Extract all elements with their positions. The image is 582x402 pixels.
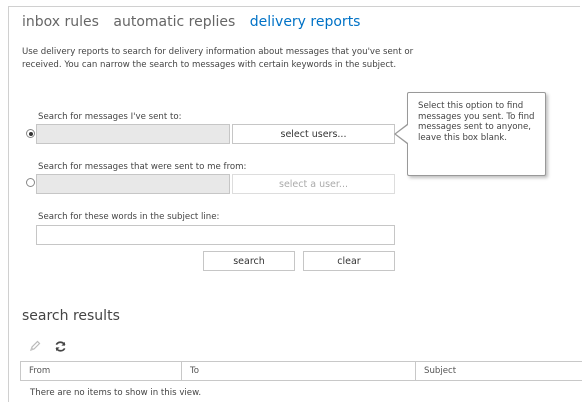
search-button[interactable]: search bbox=[203, 251, 295, 271]
search-results-title: search results bbox=[22, 308, 120, 324]
subject-field[interactable] bbox=[36, 225, 395, 245]
tab-automatic-replies[interactable]: automatic replies bbox=[113, 14, 235, 30]
select-users-button[interactable]: select users... bbox=[232, 124, 395, 144]
sent-from-label: Search for messages that were sent to me… bbox=[38, 162, 247, 172]
empty-results-message: There are no items to show in this view. bbox=[30, 388, 202, 398]
page-description: Use delivery reports to search for deliv… bbox=[22, 47, 414, 70]
select-a-user-button[interactable]: select a user... bbox=[232, 174, 395, 194]
tab-inbox-rules[interactable]: inbox rules bbox=[22, 14, 99, 30]
help-tooltip: Select this option to find messages you … bbox=[407, 92, 546, 176]
tab-bar: inbox rules automatic replies delivery r… bbox=[22, 14, 370, 30]
pencil-icon[interactable] bbox=[28, 339, 42, 353]
tab-delivery-reports[interactable]: delivery reports bbox=[250, 14, 361, 30]
column-subject[interactable]: Subject bbox=[416, 362, 582, 380]
column-from[interactable]: From bbox=[21, 362, 182, 380]
sent-to-field[interactable] bbox=[36, 124, 230, 144]
sent-from-radio[interactable] bbox=[26, 178, 35, 187]
refresh-icon[interactable] bbox=[52, 338, 68, 354]
tooltip-pointer-fill bbox=[396, 125, 408, 143]
subject-label: Search for these words in the subject li… bbox=[38, 212, 220, 222]
sent-to-label: Search for messages I've sent to: bbox=[38, 112, 182, 122]
column-to[interactable]: To bbox=[182, 362, 416, 380]
sent-from-field[interactable] bbox=[36, 174, 230, 194]
sent-to-radio[interactable] bbox=[26, 129, 35, 138]
clear-button[interactable]: clear bbox=[303, 251, 395, 271]
results-table-header: From To Subject bbox=[20, 361, 582, 381]
